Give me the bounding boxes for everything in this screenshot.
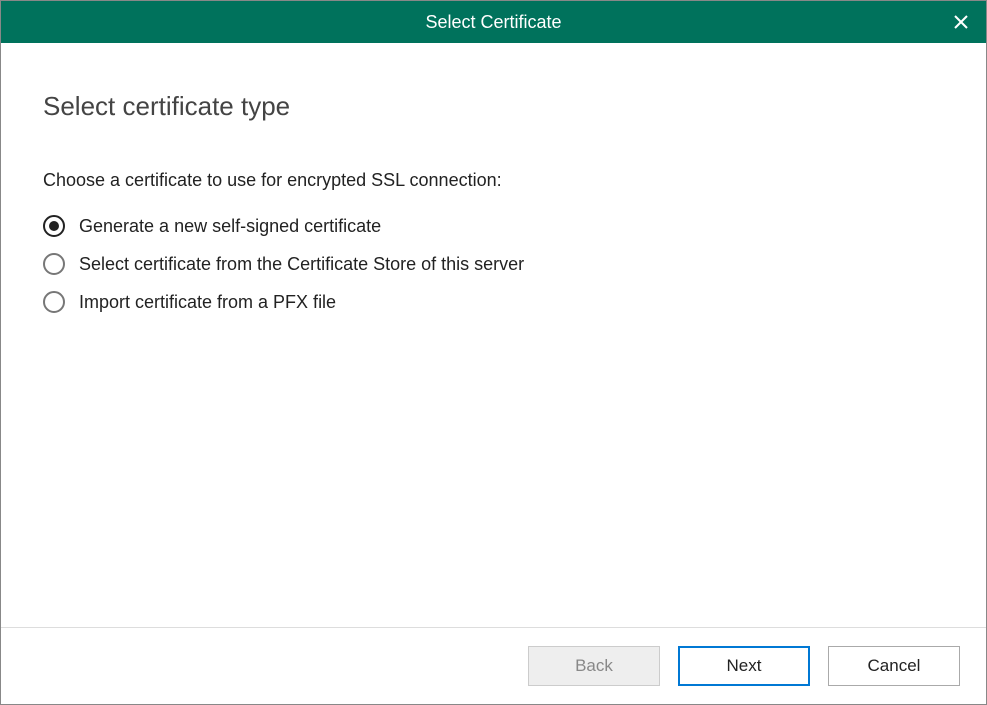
radio-label: Import certificate from a PFX file xyxy=(79,292,336,313)
close-button[interactable] xyxy=(936,1,986,43)
radio-label: Generate a new self-signed certificate xyxy=(79,216,381,237)
radio-icon xyxy=(43,291,65,313)
footer: Back Next Cancel xyxy=(1,627,986,704)
close-icon xyxy=(953,14,969,30)
radio-icon xyxy=(43,253,65,275)
cancel-button[interactable]: Cancel xyxy=(828,646,960,686)
radio-option-select-from-store[interactable]: Select certificate from the Certificate … xyxy=(43,253,944,275)
page-subheading: Choose a certificate to use for encrypte… xyxy=(43,170,944,191)
dialog-window: Select Certificate Select certificate ty… xyxy=(0,0,987,705)
radio-label: Select certificate from the Certificate … xyxy=(79,254,524,275)
radio-icon xyxy=(43,215,65,237)
titlebar: Select Certificate xyxy=(1,1,986,43)
radio-option-import-pfx[interactable]: Import certificate from a PFX file xyxy=(43,291,944,313)
content-area: Select certificate type Choose a certifi… xyxy=(1,43,986,627)
back-button: Back xyxy=(528,646,660,686)
window-title: Select Certificate xyxy=(425,12,561,33)
page-heading: Select certificate type xyxy=(43,91,944,122)
radio-option-generate-self-signed[interactable]: Generate a new self-signed certificate xyxy=(43,215,944,237)
next-button[interactable]: Next xyxy=(678,646,810,686)
certificate-type-radio-group: Generate a new self-signed certificate S… xyxy=(43,215,944,313)
